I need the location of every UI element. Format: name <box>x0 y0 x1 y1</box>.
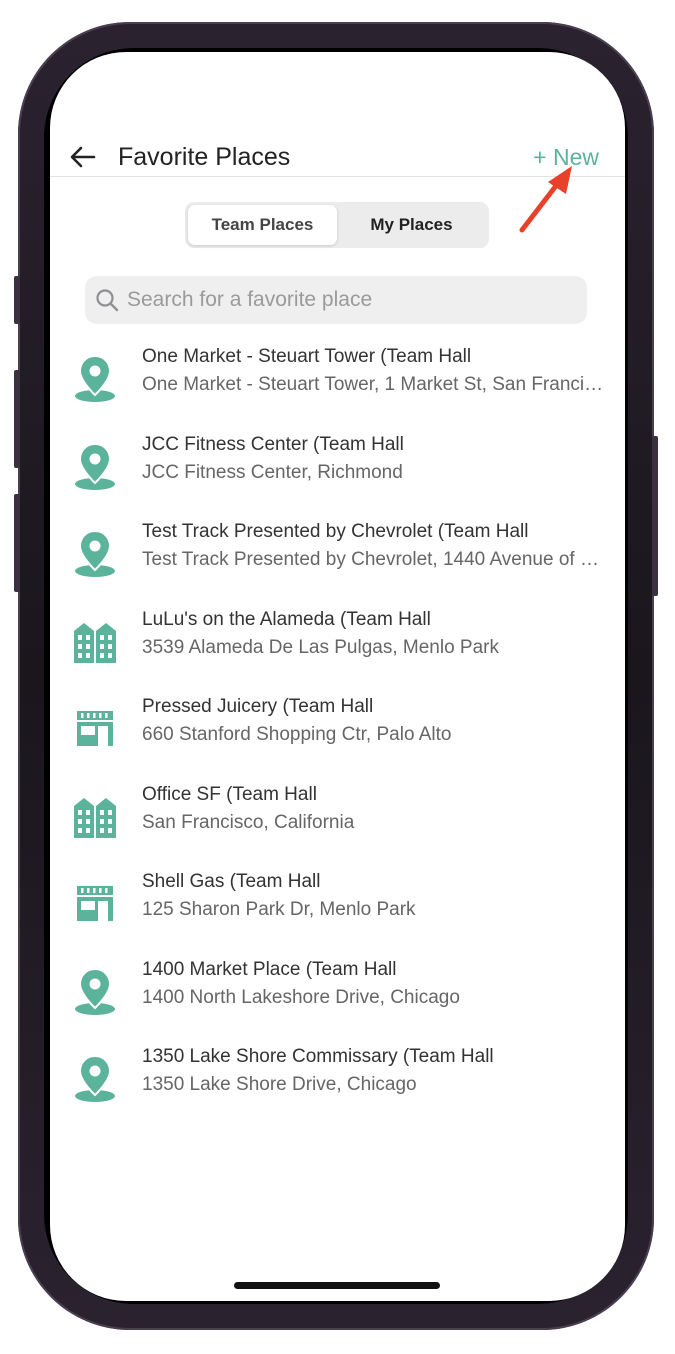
tab-my-places[interactable]: My Places <box>337 205 486 245</box>
volume-up-button <box>14 370 20 468</box>
power-button <box>652 436 658 596</box>
places-segmented-control: Team Places My Places <box>185 202 489 248</box>
mute-switch <box>14 276 20 324</box>
map-pin-icon <box>72 352 118 404</box>
map-pin-icon <box>72 965 118 1017</box>
list-item[interactable]: Shell Gas (Team Hall 125 Sharon Park Dr,… <box>50 863 625 951</box>
tab-team-places[interactable]: Team Places <box>188 205 337 245</box>
storefront-icon <box>72 877 118 929</box>
list-item[interactable]: LuLu's on the Alameda (Team Hall 3539 Al… <box>50 601 625 689</box>
place-title: LuLu's on the Alameda (Team Hall <box>142 608 431 630</box>
home-indicator[interactable] <box>234 1282 440 1289</box>
storefront-icon <box>72 702 118 754</box>
place-address: 125 Sharon Park Dr, Menlo Park <box>142 899 416 920</box>
list-item[interactable]: 1400 Market Place (Team Hall 1400 North … <box>50 951 625 1039</box>
building-icon <box>72 615 118 667</box>
map-pin-icon <box>72 1052 118 1104</box>
place-address: 1400 North Lakeshore Drive, Chicago <box>142 986 460 1008</box>
list-item[interactable]: Pressed Juicery (Team Hall 660 Stanford … <box>50 688 625 776</box>
list-item[interactable]: One Market - Steuart Tower (Team Hall On… <box>50 338 625 426</box>
place-title: 1400 Market Place (Team Hall <box>142 958 397 980</box>
place-title: 1350 Lake Shore Commissary (Team Hall <box>142 1046 494 1067</box>
place-address: JCC Fitness Center, Richmond <box>142 461 403 483</box>
places-list: One Market - Steuart Tower (Team Hall On… <box>50 338 625 1126</box>
back-button[interactable] <box>68 142 98 172</box>
list-item[interactable]: 1350 Lake Shore Commissary (Team Hall 13… <box>50 1038 625 1126</box>
list-item[interactable]: Office SF (Team Hall San Francisco, Cali… <box>50 776 625 864</box>
volume-down-button <box>14 494 20 592</box>
place-title: Office SF (Team Hall <box>142 783 317 805</box>
search-icon <box>96 289 119 312</box>
place-address: 660 Stanford Shopping Ctr, Palo Alto <box>142 724 452 745</box>
place-title: Shell Gas (Team Hall <box>142 871 321 892</box>
place-title: One Market - Steuart Tower (Team Hall <box>142 346 472 367</box>
map-pin-icon <box>72 527 118 579</box>
place-address: One Market - Steuart Tower, 1 Market St,… <box>142 374 604 395</box>
search-bar <box>85 276 587 324</box>
list-item[interactable]: Test Track Presented by Chevrolet (Team … <box>50 513 625 601</box>
building-icon <box>72 790 118 842</box>
search-input[interactable] <box>125 287 569 313</box>
place-title: Test Track Presented by Chevrolet (Team … <box>142 521 529 542</box>
place-address: Test Track Presented by Chevrolet, 1440 … <box>142 549 604 570</box>
place-title: Pressed Juicery (Team Hall <box>142 696 374 717</box>
place-address: San Francisco, California <box>142 811 355 833</box>
page-title: Favorite Places <box>118 143 291 171</box>
place-title: JCC Fitness Center (Team Hall <box>142 433 404 455</box>
map-pin-icon <box>72 440 118 492</box>
place-address: 1350 Lake Shore Drive, Chicago <box>142 1074 417 1095</box>
annotation-arrow-icon <box>519 166 572 233</box>
place-address: 3539 Alameda De Las Pulgas, Menlo Park <box>142 636 499 658</box>
list-item[interactable]: JCC Fitness Center (Team Hall JCC Fitnes… <box>50 426 625 514</box>
arrow-left-icon <box>70 146 96 168</box>
